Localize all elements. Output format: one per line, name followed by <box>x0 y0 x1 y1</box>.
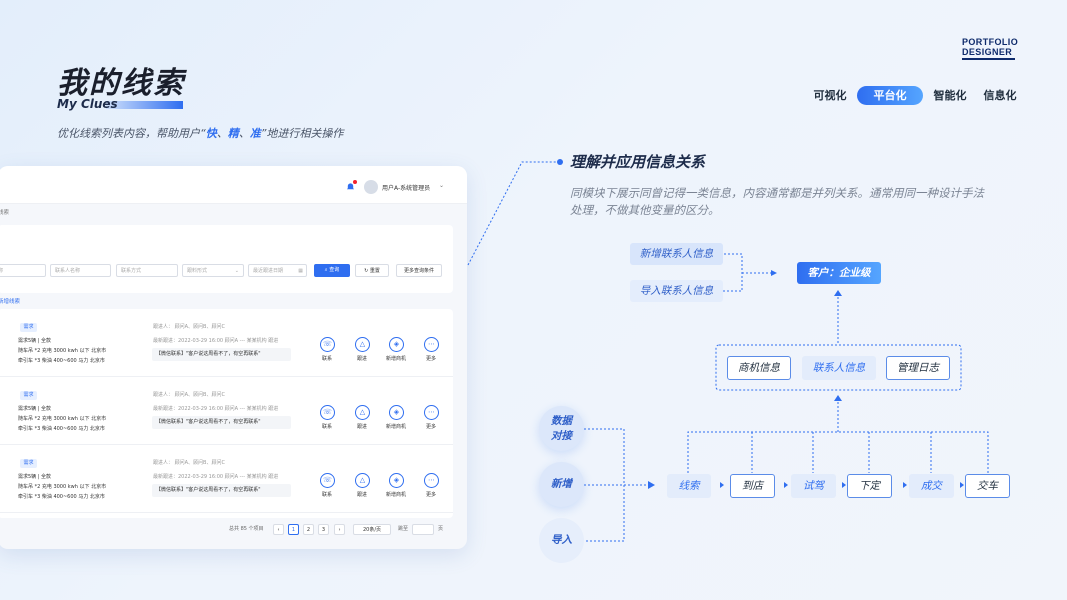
source-add-contact: 新增联系人信息 <box>630 243 723 265</box>
group-opportunity: 商机信息 <box>727 356 791 380</box>
group-contact: 联系人信息 <box>802 356 876 380</box>
source-import-contact: 导入联系人信息 <box>630 280 723 302</box>
stage-delivery: 交车 <box>965 474 1010 498</box>
stage-lead: 线索 <box>667 474 711 498</box>
stage-visit: 到店 <box>730 474 775 498</box>
input-add: 新增 <box>539 462 584 507</box>
stage-order: 下定 <box>847 474 892 498</box>
diagram-description: 同模块下展示同曾记得一类信息，内容通常都是并列关系。通常用同一种设计手法处理，不… <box>570 186 984 217</box>
customer-node: 客户：企业级 <box>797 262 881 284</box>
input-import: 导入 <box>539 518 584 563</box>
diagram-connectors <box>467 159 989 542</box>
input-label: 数据对接 <box>551 414 572 442</box>
stage-test-drive: 试驾 <box>791 474 836 498</box>
input-label: 导入 <box>551 534 572 546</box>
diagram-title: 理解并应用信息关系 <box>570 153 706 171</box>
group-log: 管理日志 <box>886 356 950 380</box>
stage-deal: 成交 <box>909 474 954 498</box>
input-label: 新增 <box>551 478 572 490</box>
input-data-integration: 数据对接 <box>539 406 584 451</box>
